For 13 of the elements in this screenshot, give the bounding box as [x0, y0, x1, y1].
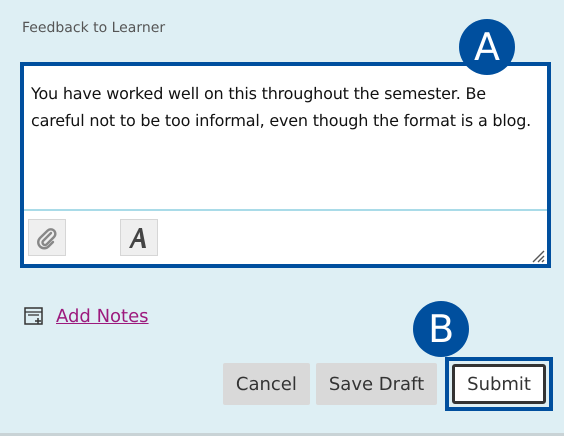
callout-badge: A	[459, 19, 515, 75]
add-note-icon	[24, 307, 44, 326]
save-draft-button[interactable]: Save Draft	[316, 363, 438, 405]
text-editor[interactable]: You have worked well on this throughout the semester. Be careful not to be too informal, even though the format is a blog.	[20, 62, 551, 268]
cancel-button[interactable]: Cancel	[222, 363, 310, 405]
callout-badge: B	[413, 301, 470, 357]
paperclip-icon[interactable]	[28, 219, 66, 256]
submit-button[interactable]: Submit	[452, 364, 546, 404]
add-notes-link[interactable]: Add Notes	[56, 306, 149, 327]
resize-grip-icon[interactable]	[531, 248, 545, 262]
text-format-icon[interactable]	[120, 219, 158, 256]
field-label: Feedback to Learner	[22, 19, 166, 38]
editor-text: You have worked well on this throughout the semester. Be careful not to be too informal, even though the format is a blog.	[30, 83, 532, 132]
